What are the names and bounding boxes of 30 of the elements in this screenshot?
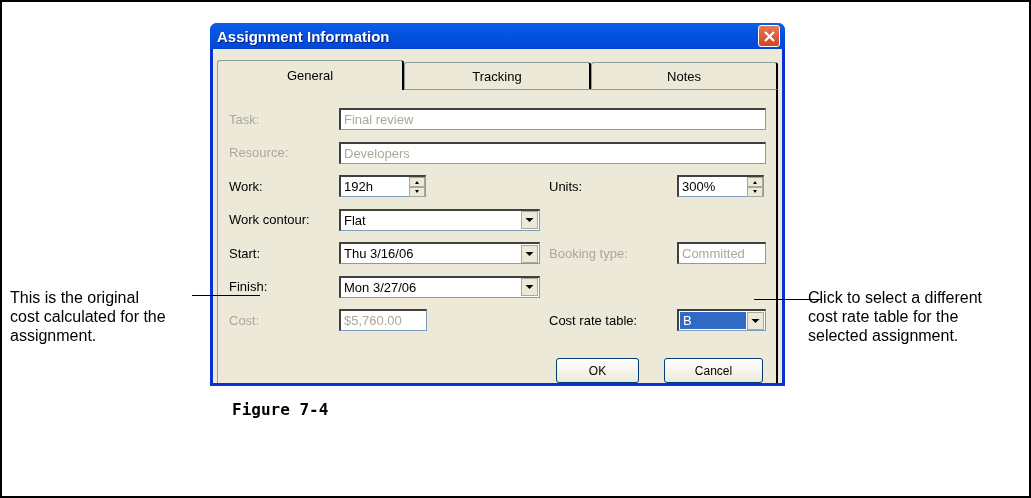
dialog-button[interactable]: OK [556, 358, 639, 383]
field-label: Task: [229, 111, 261, 127]
leader-line [754, 299, 822, 300]
field-label: Units: [548, 178, 584, 194]
field-label: Cost: [229, 312, 261, 328]
window-title: Assignment Information [217, 27, 390, 45]
tab[interactable]: Notes [591, 62, 778, 89]
spinner-field[interactable]: 192h [339, 175, 426, 197]
tab[interactable]: Tracking [404, 62, 591, 89]
figure-caption: Figure 7-4 [232, 400, 329, 419]
field-label: Cost rate table: [548, 312, 639, 328]
field-label: Booking type: [548, 245, 629, 261]
close-icon [763, 30, 775, 42]
dropdown-field[interactable]: Mon 3/27/06 [339, 275, 540, 298]
field-label: Work contour: [229, 212, 311, 227]
callout-text: This is the original cost calculated for the assignment. [10, 288, 167, 345]
field-label: Finish: [229, 279, 269, 294]
field-label: Start: [229, 245, 262, 261]
dropdown-field[interactable]: B [677, 309, 766, 331]
spin-arrows-icon[interactable] [409, 176, 425, 197]
close-button[interactable] [758, 25, 780, 47]
tab[interactable]: General [217, 60, 404, 90]
dropdown-field[interactable]: Flat [339, 208, 540, 231]
spin-arrows-icon[interactable] [747, 176, 763, 197]
dropdown-field[interactable]: Thu 3/16/06 [339, 242, 540, 264]
field-label: Resource: [229, 145, 290, 160]
callout-text: Click to select a different cost rate table for the selected assignment. [808, 288, 983, 345]
dialog-button[interactable]: Cancel [664, 358, 763, 383]
spinner-field[interactable]: 300% [677, 175, 764, 197]
field-label: Work: [229, 178, 264, 194]
